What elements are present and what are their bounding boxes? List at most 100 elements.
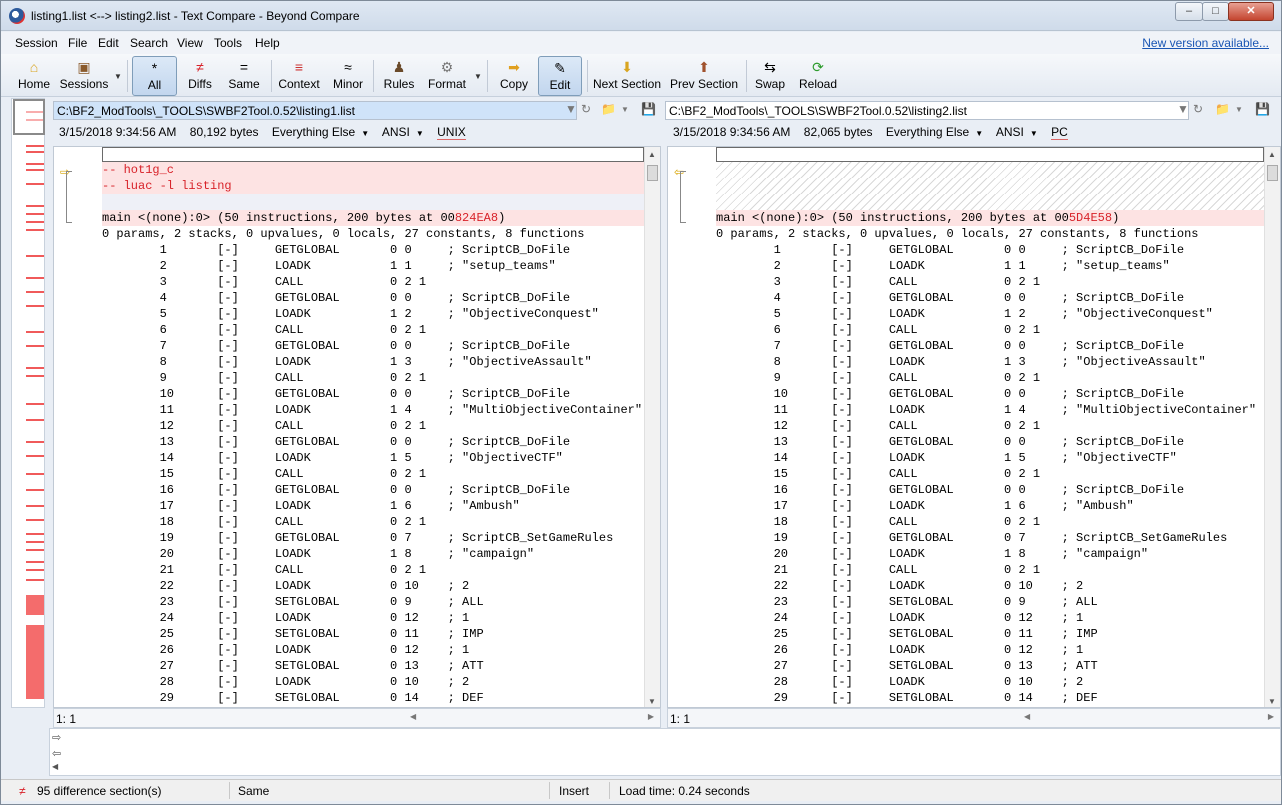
right-text-line[interactable]: 29 26 [-] LOADK 0 12 ; 1 [716, 642, 1264, 658]
detail-scroll-left-icon[interactable]: ◀ [52, 762, 58, 778]
right-text-line[interactable]: 24 21 [-] CALL 0 2 1 [716, 562, 1264, 578]
right-text-line[interactable]: 28 25 [-] SETGLOBAL 0 11 ; IMP [716, 626, 1264, 642]
right-text-line[interactable]: 21 18 [-] CALL 0 2 1 [716, 514, 1264, 530]
left-text-line[interactable]: 10 4 [-] GETGLOBAL 0 0 ; ScriptCB_DoFile [102, 290, 644, 306]
right-text-line[interactable]: 22 19 [-] GETGLOBAL 0 7 ; ScriptCB_SetGa… [716, 530, 1264, 546]
scroll-up-icon[interactable]: ▲ [1268, 150, 1276, 159]
save-icon[interactable]: 💾 [641, 102, 656, 116]
left-path-input[interactable]: C:\BF2_ModTools\_TOOLS\SWBF2Tool.0.52\li… [53, 101, 577, 120]
minimize-button[interactable]: – [1175, 2, 1203, 21]
right-text-line[interactable]: 15 12 [-] CALL 0 2 1 [716, 418, 1264, 434]
right-text-line[interactable]: 30 params, 2 stacks, 0 upvalues, 0 local… [716, 226, 1264, 242]
right-format-select[interactable]: Everything Else ▼ [886, 125, 983, 139]
left-format-select[interactable]: Everything Else ▼ [272, 125, 369, 139]
diff-overview-thumbnail[interactable] [11, 98, 45, 708]
maximize-button[interactable]: □ [1202, 2, 1229, 21]
right-text-line[interactable]: 5 2 [-] LOADK 1 1 ; "setup_teams" [716, 258, 1264, 274]
right-horizontal-scrollbar[interactable]: ◀ ▶ [1024, 712, 1274, 724]
menu-tools[interactable]: Tools [214, 36, 242, 50]
right-text-line[interactable] [716, 162, 1264, 178]
left-text-line[interactable]: 1 [102, 147, 644, 162]
left-text-line[interactable]: 9 3 [-] CALL 0 2 1 [102, 274, 644, 290]
right-text-line[interactable]: 12 9 [-] CALL 0 2 1 [716, 370, 1264, 386]
prev-section-button[interactable]: ⬆ Prev Section [669, 56, 739, 96]
left-text-line[interactable]: 11 5 [-] LOADK 1 2 ; "ObjectiveConquest" [102, 306, 644, 322]
save-icon[interactable]: 💾 [1255, 102, 1270, 116]
left-text-line[interactable]: 4 [102, 194, 644, 210]
same-button[interactable]: = Same [226, 56, 262, 96]
right-path-input[interactable]: C:\BF2_ModTools\_TOOLS\SWBF2Tool.0.52\li… [665, 101, 1189, 120]
left-text-line[interactable]: 19 13 [-] GETGLOBAL 0 0 ; ScriptCB_DoFil… [102, 434, 644, 450]
right-text-lines[interactable]: 1 2main <(none):0> (50 instructions, 200 … [716, 147, 1264, 707]
format-dropdown-arrow[interactable]: ▼ [474, 72, 482, 81]
left-text-line[interactable]: 17 11 [-] LOADK 1 4 ; "MultiObjectiveCon… [102, 402, 644, 418]
right-text-line[interactable]: 31 28 [-] LOADK 0 10 ; 2 [716, 674, 1264, 690]
right-text-line[interactable]: 18 15 [-] CALL 0 2 1 [716, 466, 1264, 482]
right-text-line[interactable]: 2main <(none):0> (50 instructions, 200 b… [716, 210, 1264, 226]
left-text-line[interactable]: 2-- hot1g_c [102, 162, 644, 178]
left-text-line[interactable]: 29 23 [-] SETGLOBAL 0 9 ; ALL [102, 594, 644, 610]
sessions-dropdown-arrow[interactable]: ▼ [114, 72, 122, 81]
open-folder-icon[interactable]: 📁 [601, 102, 616, 116]
diffs-button[interactable]: ≠ Diffs [181, 56, 219, 96]
left-text-line[interactable]: 28 22 [-] LOADK 0 10 ; 2 [102, 578, 644, 594]
home-button[interactable]: ⌂ Home [13, 56, 55, 96]
right-text-line[interactable] [716, 178, 1264, 194]
menu-edit[interactable]: Edit [98, 36, 119, 50]
left-text-line[interactable]: 12 6 [-] CALL 0 2 1 [102, 322, 644, 338]
new-version-link[interactable]: New version available... [1142, 36, 1269, 50]
left-text-line[interactable]: 15 9 [-] CALL 0 2 1 [102, 370, 644, 386]
right-text-line[interactable]: 1 [716, 147, 1264, 162]
right-text-line[interactable]: 16 13 [-] GETGLOBAL 0 0 ; ScriptCB_DoFil… [716, 434, 1264, 450]
all-button[interactable]: * All [132, 56, 177, 96]
right-text-line[interactable]: 19 16 [-] GETGLOBAL 0 0 ; ScriptCB_DoFil… [716, 482, 1264, 498]
swap-button[interactable]: ⇆ Swap [752, 56, 788, 96]
left-text-line[interactable]: 16 10 [-] GETGLOBAL 0 0 ; ScriptCB_DoFil… [102, 386, 644, 402]
sessions-button[interactable]: ▣ Sessions [59, 56, 109, 96]
history-icon[interactable]: ↻ [1193, 102, 1203, 116]
left-text-line[interactable]: 23 17 [-] LOADK 1 6 ; "Ambush" [102, 498, 644, 514]
right-text-line[interactable]: 32 29 [-] SETGLOBAL 0 14 ; DEF [716, 690, 1264, 706]
path-dropdown-icon[interactable]: ▼ [565, 102, 577, 116]
right-text-line[interactable]: 17 14 [-] LOADK 1 5 ; "ObjectiveCTF" [716, 450, 1264, 466]
left-text-line[interactable]: 26 20 [-] LOADK 1 8 ; "campaign" [102, 546, 644, 562]
copy-button[interactable]: ➡ Copy [495, 56, 533, 96]
menu-file[interactable]: File [68, 36, 87, 50]
beyond-compare-icon[interactable] [9, 8, 25, 24]
minor-button[interactable]: ≈ Minor [328, 56, 368, 96]
left-text-line[interactable]: 13 7 [-] GETGLOBAL 0 0 ; ScriptCB_DoFile [102, 338, 644, 354]
left-text-line[interactable]: 22 16 [-] GETGLOBAL 0 0 ; ScriptCB_DoFil… [102, 482, 644, 498]
right-text-line[interactable]: 13 10 [-] GETGLOBAL 0 0 ; ScriptCB_DoFil… [716, 386, 1264, 402]
left-text-line[interactable]: 18 12 [-] CALL 0 2 1 [102, 418, 644, 434]
left-horizontal-scrollbar[interactable]: ◀ ▶ [410, 712, 654, 724]
scroll-thumb[interactable] [1267, 165, 1278, 181]
left-text-line[interactable]: 8 2 [-] LOADK 1 1 ; "setup_teams" [102, 258, 644, 274]
left-text-line[interactable]: 32 26 [-] LOADK 0 12 ; 1 [102, 642, 644, 658]
right-text-line[interactable]: 10 7 [-] GETGLOBAL 0 0 ; ScriptCB_DoFile [716, 338, 1264, 354]
right-text-line[interactable]: 4 1 [-] GETGLOBAL 0 0 ; ScriptCB_DoFile [716, 242, 1264, 258]
path-dropdown-icon[interactable]: ▼ [1177, 102, 1189, 116]
right-line-ending[interactable]: PC [1051, 125, 1068, 140]
scroll-down-icon[interactable]: ▼ [648, 697, 656, 706]
left-text-line[interactable]: 25 19 [-] GETGLOBAL 0 7 ; ScriptCB_SetGa… [102, 530, 644, 546]
rules-button[interactable]: ♟ Rules [381, 56, 417, 96]
right-encoding-select[interactable]: ANSI ▼ [996, 125, 1038, 139]
right-text-line[interactable]: 30 27 [-] SETGLOBAL 0 13 ; ATT [716, 658, 1264, 674]
scroll-thumb[interactable] [647, 165, 658, 181]
format-button[interactable]: ⚙ Format [425, 56, 469, 96]
right-text-line[interactable]: 7 4 [-] GETGLOBAL 0 0 ; ScriptCB_DoFile [716, 290, 1264, 306]
open-folder-icon[interactable]: 📁 [1215, 102, 1230, 116]
right-vertical-scrollbar[interactable]: ▲ ▼ [1264, 147, 1280, 707]
left-text-line[interactable]: 24 18 [-] CALL 0 2 1 [102, 514, 644, 530]
right-text-line[interactable]: 27 24 [-] LOADK 0 12 ; 1 [716, 610, 1264, 626]
right-text-line[interactable]: 25 22 [-] LOADK 0 10 ; 2 [716, 578, 1264, 594]
right-text-line[interactable]: 9 6 [-] CALL 0 2 1 [716, 322, 1264, 338]
left-text-line[interactable]: 7 1 [-] GETGLOBAL 0 0 ; ScriptCB_DoFile [102, 242, 644, 258]
left-vertical-scrollbar[interactable]: ▲ ▼ [644, 147, 660, 707]
right-text-line[interactable]: 20 17 [-] LOADK 1 6 ; "Ambush" [716, 498, 1264, 514]
left-encoding-select[interactable]: ANSI ▼ [382, 125, 424, 139]
right-text-line[interactable]: 23 20 [-] LOADK 1 8 ; "campaign" [716, 546, 1264, 562]
close-button[interactable]: ✕ [1228, 2, 1274, 21]
left-line-ending[interactable]: UNIX [437, 125, 466, 140]
right-text-line[interactable]: 6 3 [-] CALL 0 2 1 [716, 274, 1264, 290]
